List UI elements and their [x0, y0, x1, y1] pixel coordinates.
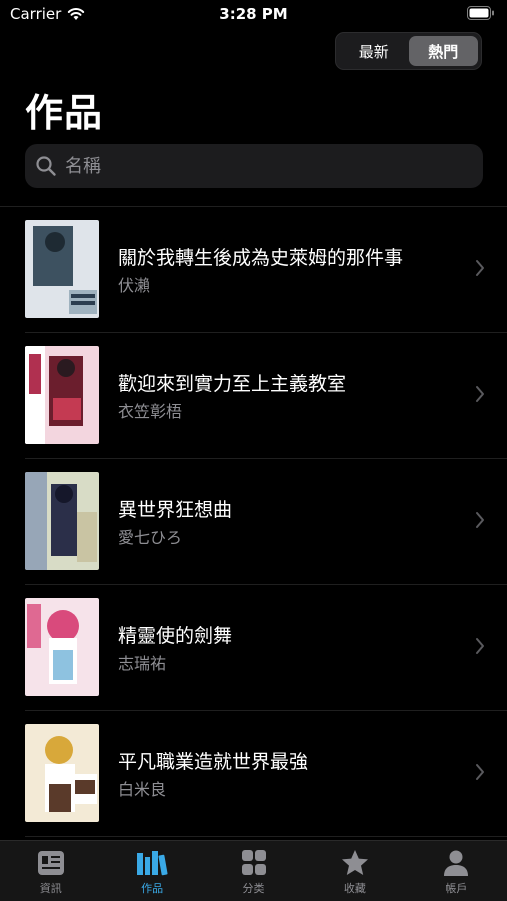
tab-news[interactable]: 資訊	[0, 841, 101, 901]
book-cover-image	[25, 724, 99, 822]
person-icon	[444, 850, 469, 876]
book-list: 關於我轉生後成為史萊姆的那件事 伏瀨 歡迎來到實力至上主義教室 衣笠彰梧 異世界…	[0, 206, 507, 837]
chevron-right-icon	[476, 638, 484, 654]
search-icon	[36, 156, 56, 176]
book-title: 異世界狂想曲	[118, 499, 233, 521]
chevron-right-icon	[476, 512, 484, 528]
book-cover-image	[25, 220, 99, 318]
book-author: 愛七ひろ	[118, 528, 183, 547]
chevron-right-icon	[476, 386, 484, 402]
tab-label: 分类	[242, 882, 265, 895]
book-title: 關於我轉生後成為史萊姆的那件事	[118, 247, 404, 269]
tab-favorites[interactable]: 收藏	[304, 841, 405, 901]
segment-latest[interactable]: 最新	[339, 36, 409, 66]
book-row[interactable]: 平凡職業造就世界最強 白米良	[25, 711, 507, 837]
star-icon	[341, 850, 368, 875]
book-row[interactable]: 關於我轉生後成為史萊姆的那件事 伏瀨	[25, 207, 507, 333]
book-row[interactable]: 異世界狂想曲 愛七ひろ	[25, 459, 507, 585]
book-title: 歡迎來到實力至上主義教室	[118, 373, 347, 395]
tab-label: 作品	[141, 882, 164, 895]
tab-works[interactable]: 作品	[101, 841, 202, 901]
book-author: 白米良	[118, 780, 167, 799]
status-time: 3:28 PM	[219, 5, 288, 23]
battery-icon	[467, 6, 495, 24]
book-title: 平凡職業造就世界最強	[118, 751, 309, 773]
tab-label: 帳戶	[445, 882, 468, 895]
news-icon	[37, 851, 64, 875]
book-cover-image	[25, 472, 99, 570]
search-input[interactable]	[63, 154, 447, 178]
segment-popular[interactable]: 熱門	[408, 36, 478, 66]
book-author: 伏瀨	[118, 276, 151, 295]
tab-bar: 資訊 作品 分类 收藏 帳戶	[0, 840, 507, 901]
tab-categories[interactable]: 分类	[203, 841, 304, 901]
page-title: 作品	[25, 91, 104, 135]
book-row[interactable]: 精靈使的劍舞 志瑞祐	[25, 585, 507, 711]
chevron-right-icon	[476, 260, 484, 276]
status-bar: Carrier 3:28 PM	[0, 0, 507, 30]
tab-account[interactable]: 帳戶	[406, 841, 507, 901]
sort-segmented-control: 最新 熱門	[335, 32, 482, 70]
book-cover-image	[25, 598, 99, 696]
books-icon	[137, 851, 168, 876]
book-author: 志瑞祐	[118, 654, 167, 673]
grid-icon	[241, 850, 266, 875]
book-title: 精靈使的劍舞	[118, 625, 233, 647]
book-row[interactable]: 歡迎來到實力至上主義教室 衣笠彰梧	[25, 333, 507, 459]
chevron-right-icon	[476, 764, 484, 780]
book-cover-image	[25, 346, 99, 444]
tab-label: 資訊	[39, 882, 62, 895]
search-bar[interactable]	[25, 144, 483, 188]
tab-label: 收藏	[343, 882, 366, 895]
book-author: 衣笠彰梧	[118, 402, 183, 421]
